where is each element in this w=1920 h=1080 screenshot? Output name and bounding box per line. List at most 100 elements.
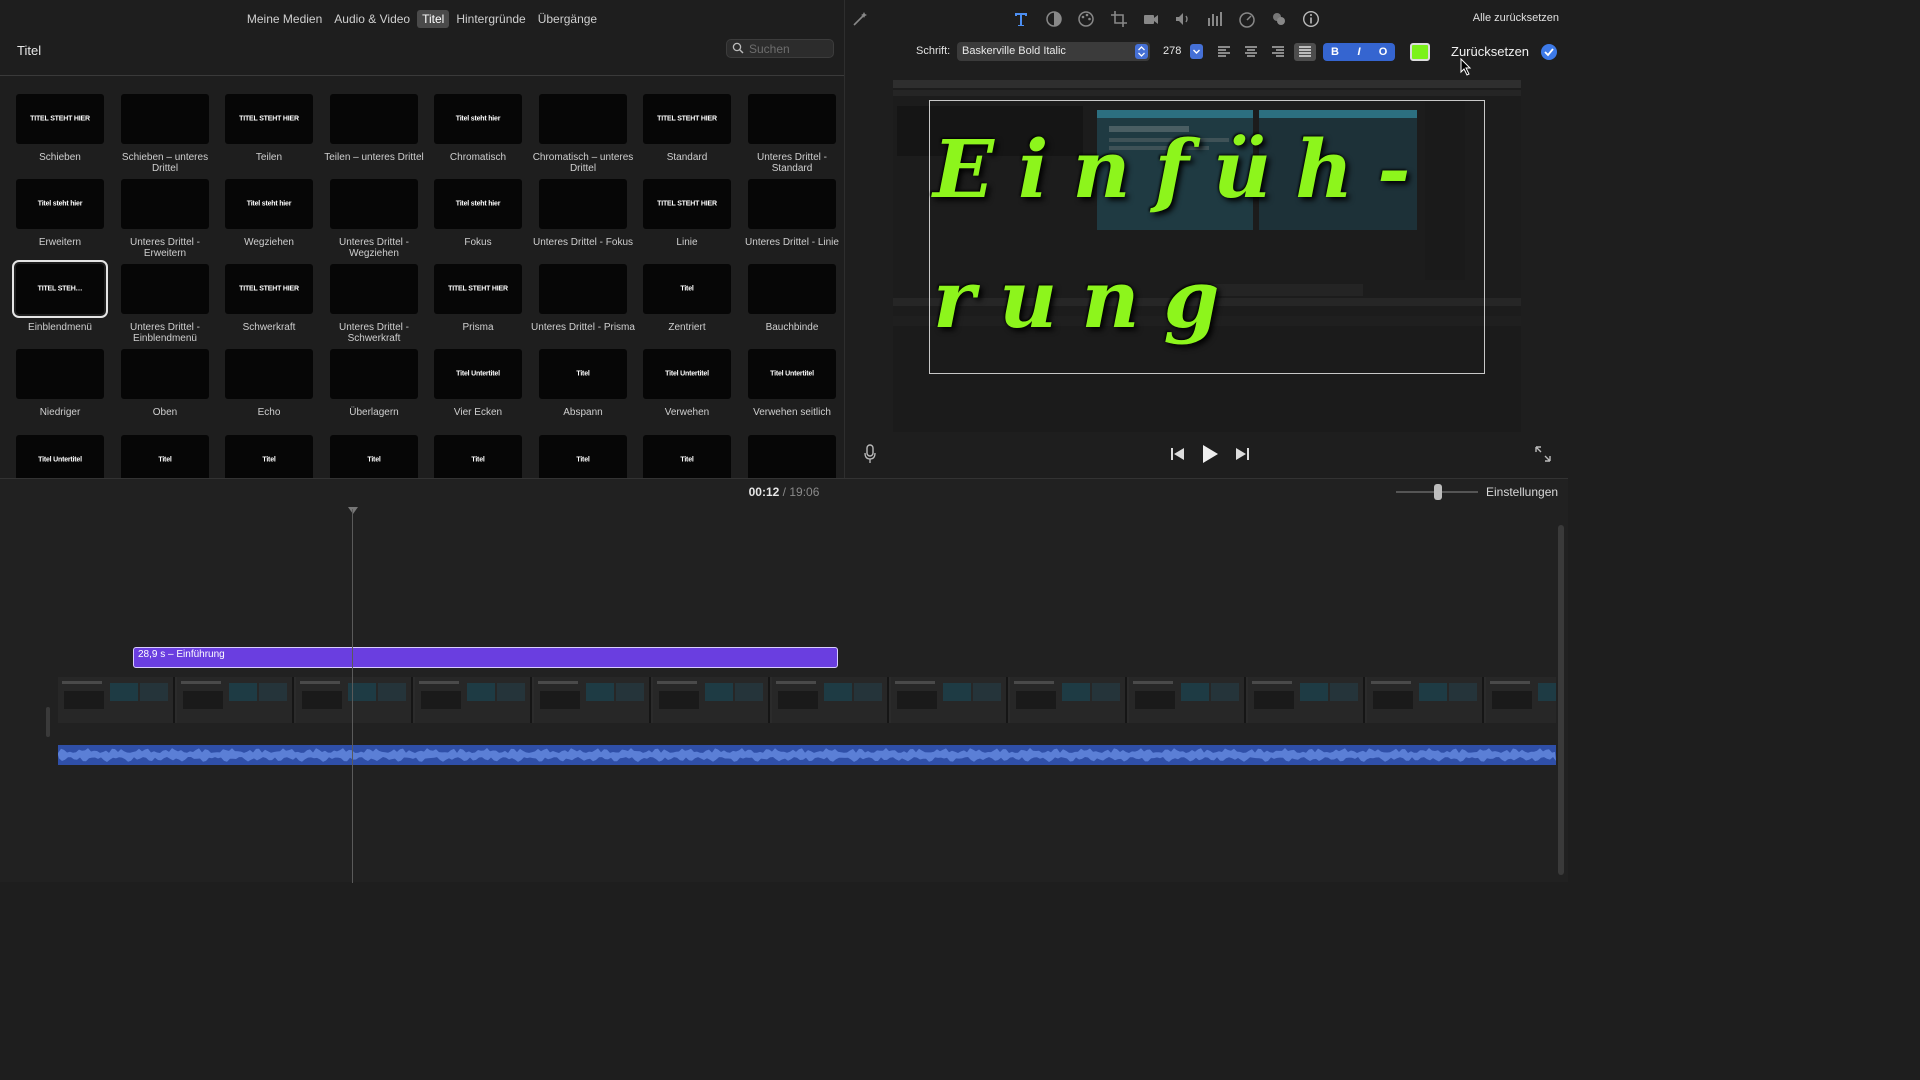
microphone-icon[interactable] bbox=[863, 444, 877, 464]
title-tile[interactable]: Bauchbinde bbox=[740, 264, 844, 333]
title-tile[interactable]: Unteres Drittel - Linie bbox=[740, 179, 844, 248]
title-tile[interactable]: Überlagern bbox=[322, 349, 426, 418]
timeline-resize-handle[interactable] bbox=[46, 707, 50, 737]
title-thumbnail: Titel bbox=[539, 435, 627, 478]
preview-canvas[interactable]: Einfüh-rung bbox=[893, 80, 1521, 432]
title-label: Standard bbox=[666, 152, 708, 163]
skip-back-icon[interactable] bbox=[1171, 448, 1185, 460]
title-thumbnail-text: TITEL STEHT HIER bbox=[448, 285, 508, 293]
title-tile[interactable]: Unteres Drittel - Wegziehen bbox=[322, 179, 426, 259]
tab-transitions[interactable]: Übergänge bbox=[533, 10, 602, 28]
title-text-icon[interactable] bbox=[1012, 10, 1030, 28]
title-tile[interactable]: TITEL STEHT HIER Linie bbox=[635, 179, 739, 248]
title-text-preview[interactable]: Einfüh-rung bbox=[933, 104, 1493, 364]
title-tile[interactable]: Titel Untertitel Verwehen seitlich bbox=[740, 349, 844, 418]
title-label: Überlagern bbox=[349, 407, 399, 418]
title-thumbnail: Titel bbox=[539, 349, 627, 399]
title-tile[interactable]: TITEL STEHT HIER Prisma bbox=[426, 264, 530, 333]
title-tile[interactable]: TITEL STEHT HIER Schwerkraft bbox=[217, 264, 321, 333]
title-tile[interactable]: Titel bbox=[426, 435, 530, 478]
title-label: Zentriert bbox=[668, 322, 706, 333]
tab-titles[interactable]: Titel bbox=[417, 10, 450, 28]
title-tile[interactable] bbox=[740, 435, 844, 478]
zoom-slider-knob[interactable] bbox=[1434, 484, 1442, 500]
title-tile[interactable]: Titel bbox=[531, 435, 635, 478]
title-tile[interactable]: Oben bbox=[113, 349, 217, 418]
title-tile[interactable]: Unteres Drittel - Schwerkraft bbox=[322, 264, 426, 344]
search-input[interactable] bbox=[749, 41, 831, 57]
fullscreen-icon[interactable] bbox=[1535, 446, 1551, 462]
playhead-marker[interactable] bbox=[348, 507, 358, 514]
reset-button[interactable]: Zurücksetzen bbox=[1451, 44, 1529, 59]
checkmark-icon[interactable] bbox=[1541, 44, 1557, 60]
title-tile[interactable]: Titel bbox=[635, 435, 739, 478]
speed-gauge-icon[interactable] bbox=[1238, 10, 1256, 28]
stabilization-camera-icon[interactable] bbox=[1142, 10, 1160, 28]
timecode-display: 00:12 / 19:06 bbox=[0, 485, 1568, 499]
title-tile[interactable]: Unteres Drittel - Einblendmenü bbox=[113, 264, 217, 344]
title-tile[interactable]: Titel Untertitel Vier Ecken bbox=[426, 349, 530, 418]
title-tile[interactable]: TITEL STEHT HIER Teilen bbox=[217, 94, 321, 163]
audio-waveform[interactable] bbox=[58, 745, 1556, 765]
video-frame-thumbnail bbox=[177, 677, 294, 723]
title-label: Verwehen bbox=[664, 407, 710, 418]
equalizer-icon[interactable] bbox=[1206, 10, 1224, 28]
align-left-icon[interactable] bbox=[1213, 43, 1235, 61]
settings-button[interactable]: Einstellungen bbox=[1486, 485, 1558, 499]
title-tile[interactable]: Titel Untertitel bbox=[8, 435, 112, 478]
font-select[interactable]: Baskerville Bold Italic bbox=[957, 42, 1150, 61]
title-tile[interactable]: Titel bbox=[217, 435, 321, 478]
title-tile[interactable]: Unteres Drittel - Standard bbox=[740, 94, 844, 174]
align-right-icon[interactable] bbox=[1267, 43, 1289, 61]
video-clip[interactable] bbox=[58, 677, 1556, 723]
title-thumbnail: Titel bbox=[434, 435, 522, 478]
crop-icon[interactable] bbox=[1110, 10, 1128, 28]
tab-audio-video[interactable]: Audio & Video bbox=[329, 10, 415, 28]
vertical-scrollbar[interactable] bbox=[1558, 525, 1564, 875]
title-tile[interactable]: Unteres Drittel - Erweitern bbox=[113, 179, 217, 259]
bold-button[interactable]: B bbox=[1323, 43, 1347, 61]
title-tile[interactable]: Titel steht hier Erweitern bbox=[8, 179, 112, 248]
title-tile[interactable]: Teilen – unteres Drittel bbox=[322, 94, 426, 163]
video-effects-icon[interactable] bbox=[1270, 10, 1288, 28]
info-icon[interactable] bbox=[1302, 10, 1320, 28]
title-tile[interactable]: Niedriger bbox=[8, 349, 112, 418]
skip-forward-icon[interactable] bbox=[1235, 448, 1249, 460]
timeline[interactable]: 00:12 / 19:06 Einstellungen 28,9 s – Ein… bbox=[0, 478, 1568, 883]
zoom-slider[interactable] bbox=[1396, 484, 1478, 500]
outline-button[interactable]: O bbox=[1371, 43, 1395, 61]
search-box[interactable] bbox=[726, 39, 834, 58]
title-tile[interactable]: Titel steht hier Chromatisch bbox=[426, 94, 530, 163]
title-tile[interactable]: Echo bbox=[217, 349, 321, 418]
magic-wand-icon[interactable] bbox=[851, 10, 869, 28]
title-tile[interactable]: Titel Zentriert bbox=[635, 264, 739, 333]
title-tile[interactable]: TITEL STEHT HIER Standard bbox=[635, 94, 739, 163]
title-tile[interactable]: Titel bbox=[113, 435, 217, 478]
reset-all-button[interactable]: Alle zurücksetzen bbox=[1473, 12, 1559, 24]
playhead[interactable] bbox=[352, 509, 353, 883]
color-palette-icon[interactable] bbox=[1077, 10, 1095, 28]
title-tile[interactable]: Unteres Drittel - Prisma bbox=[531, 264, 635, 333]
chevron-down-icon[interactable] bbox=[1190, 44, 1203, 59]
title-tile[interactable]: Titel steht hier Fokus bbox=[426, 179, 530, 248]
title-tile[interactable]: TITEL STEHT HIER Schieben bbox=[8, 94, 112, 163]
title-tile[interactable]: Titel Abspann bbox=[531, 349, 635, 418]
title-tile[interactable]: Unteres Drittel - Fokus bbox=[531, 179, 635, 248]
tab-my-media[interactable]: Meine Medien bbox=[242, 10, 327, 28]
title-tile[interactable]: TITEL STEH… Einblendmenü bbox=[8, 260, 112, 333]
font-size-field[interactable]: 278 bbox=[1163, 45, 1181, 57]
title-tile[interactable]: Schieben – unteres Drittel bbox=[113, 94, 217, 174]
title-tile[interactable]: Titel steht hier Wegziehen bbox=[217, 179, 321, 248]
color-balance-icon[interactable] bbox=[1045, 10, 1063, 28]
italic-button[interactable]: I bbox=[1347, 43, 1371, 61]
title-tile[interactable]: Titel bbox=[322, 435, 426, 478]
align-justify-icon[interactable] bbox=[1294, 43, 1316, 61]
tab-backgrounds[interactable]: Hintergründe bbox=[451, 10, 530, 28]
volume-icon[interactable] bbox=[1174, 10, 1192, 28]
title-tile[interactable]: Chromatisch – unteres Drittel bbox=[531, 94, 635, 174]
title-clip[interactable]: 28,9 s – Einführung bbox=[133, 647, 838, 668]
title-tile[interactable]: Titel Untertitel Verwehen bbox=[635, 349, 739, 418]
play-icon[interactable] bbox=[1201, 445, 1219, 463]
text-color-well[interactable] bbox=[1410, 43, 1430, 61]
align-center-icon[interactable] bbox=[1240, 43, 1262, 61]
